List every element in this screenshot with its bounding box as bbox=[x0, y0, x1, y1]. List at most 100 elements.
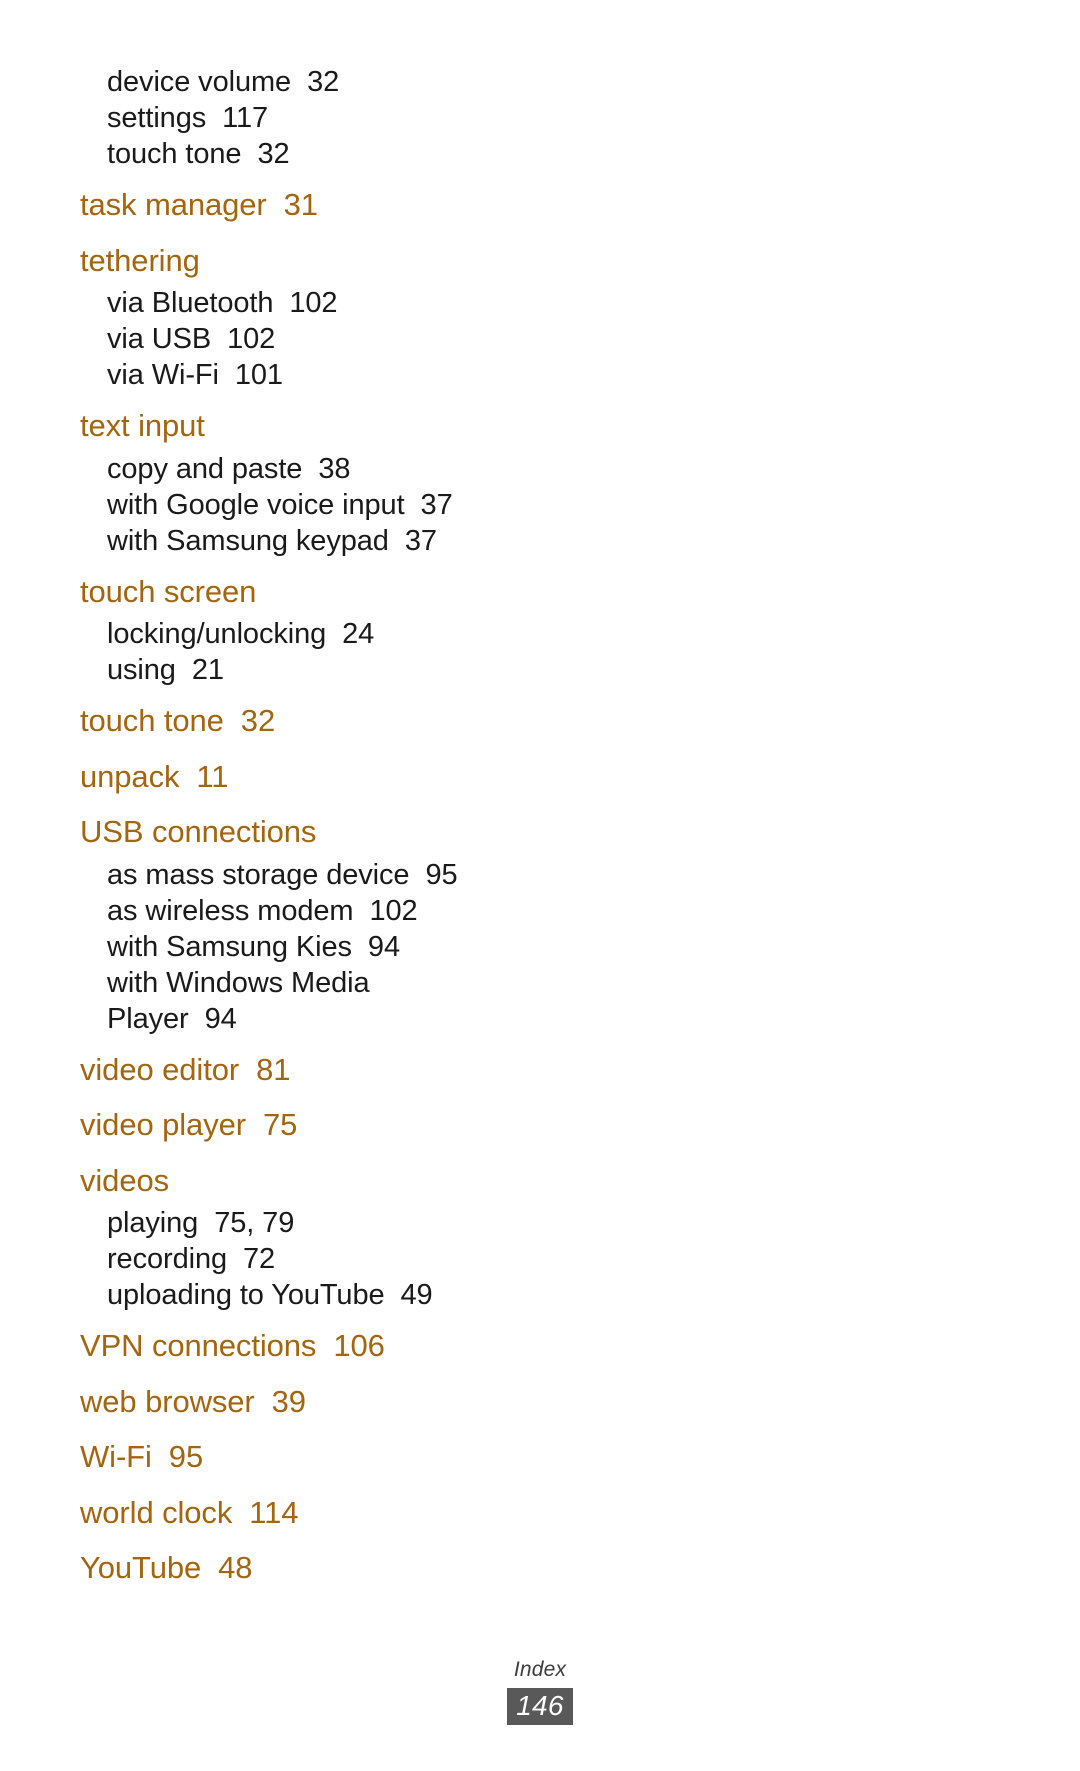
index-sub-entry-label: via USB bbox=[107, 323, 212, 355]
index-sub-entry[interactable]: settings 117 bbox=[107, 100, 700, 136]
index-sub-entry[interactable]: via Bluetooth 102 bbox=[107, 285, 700, 321]
index-main-entry-label: text input bbox=[80, 408, 205, 443]
index-main-entry-page: 81 bbox=[256, 1051, 291, 1087]
index-sub-entry-label: playing bbox=[107, 1207, 199, 1239]
index-sub-entry[interactable]: with Samsung Kies 94 bbox=[107, 929, 700, 965]
index-sub-entry[interactable]: locking/unlocking 24 bbox=[107, 616, 700, 652]
index-sub-entry-label: recording bbox=[107, 1243, 227, 1275]
index-main-entry[interactable]: task manager 31 bbox=[80, 182, 700, 228]
index-group: video player 75 bbox=[80, 1102, 700, 1148]
index-group: touch screen locking/unlocking 24 using 21 bbox=[80, 569, 700, 689]
index-group: tethering via Bluetooth 102 via USB 102 via W… bbox=[80, 238, 700, 394]
index-main-entry-label: USB connections bbox=[80, 814, 317, 849]
index-main-entry[interactable]: YouTube 48 bbox=[80, 1545, 700, 1591]
index-main-entry-page: 48 bbox=[218, 1550, 253, 1585]
index-main-entry-page: 11 bbox=[196, 758, 229, 794]
index-sub-entry[interactable]: via USB 102 bbox=[107, 321, 700, 357]
index-main-entry-page: 31 bbox=[283, 187, 318, 222]
index-group: unpack 11 bbox=[80, 754, 700, 800]
index-sub-entry[interactable]: using 21 bbox=[107, 652, 700, 688]
index-sub-entry-page: 38 bbox=[318, 452, 351, 485]
index-sub-entry-page: 24 bbox=[342, 618, 375, 650]
index-sub-entry-label: using bbox=[107, 654, 176, 686]
index-main-entry[interactable]: touch screen bbox=[80, 569, 700, 615]
index-main-entry-label: VPN connections bbox=[80, 1328, 317, 1363]
index-sub-entry[interactable]: with Windows Media bbox=[107, 965, 700, 1001]
index-main-entry-label: tethering bbox=[80, 242, 200, 278]
index-main-entry-label: touch tone bbox=[80, 703, 224, 738]
index-group: world clock 114 bbox=[80, 1490, 700, 1536]
index-main-entry[interactable]: text input bbox=[80, 403, 700, 449]
index-sub-entry-label: device volume bbox=[107, 66, 292, 98]
index-sub-entry[interactable]: copy and paste 38 bbox=[107, 451, 700, 487]
index-sub-entry-page: 117 bbox=[222, 102, 269, 134]
index-main-entry-label: video editor bbox=[80, 1051, 240, 1087]
index-sub-entry[interactable]: playing 75, 79 bbox=[107, 1205, 700, 1241]
index-main-entry[interactable]: VPN connections 106 bbox=[80, 1323, 700, 1369]
index-page: device volume 32 settings 117 touch tone 32 ta… bbox=[0, 0, 1080, 1771]
index-main-entry[interactable]: videos bbox=[80, 1158, 700, 1204]
index-sub-entry[interactable]: as mass storage device 95 bbox=[107, 857, 700, 893]
index-sub-entry-page: 32 bbox=[257, 138, 290, 170]
index-main-entry[interactable]: web browser 39 bbox=[80, 1379, 700, 1425]
index-sub-entry-label: via Wi-Fi bbox=[107, 359, 219, 391]
index-sub-entry[interactable]: with Samsung keypad 37 bbox=[107, 523, 700, 559]
index-sub-entry[interactable]: Player 94 bbox=[107, 1001, 700, 1037]
index-main-entry-label: Wi-Fi bbox=[80, 1439, 152, 1474]
index-sub-entry-label: via Bluetooth bbox=[107, 287, 274, 319]
index-group: Wi-Fi 95 bbox=[80, 1434, 700, 1480]
index-sub-entry-label: with Samsung keypad bbox=[107, 524, 389, 557]
index-main-entry-label: unpack bbox=[80, 758, 180, 794]
index-sub-entry-page: 49 bbox=[400, 1279, 433, 1311]
index-main-entry[interactable]: video editor 81 bbox=[80, 1047, 700, 1093]
index-group: touch tone 32 bbox=[80, 698, 700, 744]
index-sub-entry[interactable]: recording 72 bbox=[107, 1241, 700, 1277]
index-group: VPN connections 106 bbox=[80, 1323, 700, 1369]
index-main-entry-label: YouTube bbox=[80, 1550, 202, 1585]
index-main-entry-page: 75 bbox=[262, 1107, 298, 1142]
index-sub-entry-page: 102 bbox=[227, 323, 276, 355]
index-sub-entry-list: as mass storage device 95 as wireless mode… bbox=[80, 857, 700, 1037]
index-sub-entry-page: 95 bbox=[425, 858, 458, 891]
index-group: videos playing 75, 79 recording 72 uploading … bbox=[80, 1158, 700, 1314]
index-main-entry-label: world clock bbox=[80, 1494, 233, 1530]
index-main-entry-label: video player bbox=[80, 1107, 246, 1142]
index-sub-entry-list: device volume 32 settings 117 touch tone 32 bbox=[80, 64, 700, 172]
index-main-entry-page: 106 bbox=[333, 1328, 385, 1363]
index-sub-entry[interactable]: touch tone 32 bbox=[107, 136, 700, 172]
index-sub-entry-page: 37 bbox=[404, 524, 437, 557]
index-group: task manager 31 bbox=[80, 182, 700, 228]
index-group: YouTube 48 bbox=[80, 1545, 700, 1591]
index-main-entry-label: task manager bbox=[80, 187, 267, 222]
index-sub-entry-page: 75, 79 bbox=[214, 1207, 295, 1239]
index-main-entry[interactable]: video player 75 bbox=[80, 1102, 700, 1148]
index-main-entry[interactable]: Wi-Fi 95 bbox=[80, 1434, 700, 1480]
index-sub-entry-page: 72 bbox=[243, 1243, 276, 1275]
index-sub-entry[interactable]: uploading to YouTube 49 bbox=[107, 1277, 700, 1313]
index-main-entry[interactable]: unpack 11 bbox=[80, 754, 700, 800]
index-sub-entry-page: 32 bbox=[307, 66, 340, 98]
index-group: video editor 81 bbox=[80, 1047, 700, 1093]
index-group: web browser 39 bbox=[80, 1379, 700, 1425]
footer-section-label: Index bbox=[513, 1658, 567, 1681]
index-main-entry-label: touch screen bbox=[80, 573, 257, 609]
index-sub-entry[interactable]: as wireless modem 102 bbox=[107, 893, 700, 929]
index-sub-entry-label: as mass storage device bbox=[107, 858, 410, 891]
index-main-entry-label: web browser bbox=[80, 1383, 255, 1419]
index-sub-entry[interactable]: device volume 32 bbox=[107, 64, 700, 100]
index-sub-entry-page: 102 bbox=[289, 287, 338, 319]
index-main-entry[interactable]: USB connections bbox=[80, 809, 700, 855]
index-group: text input copy and paste 38 with Google vo… bbox=[80, 403, 700, 559]
index-main-entry[interactable]: world clock 114 bbox=[80, 1490, 700, 1536]
index-group: device volume 32 settings 117 touch tone 32 bbox=[80, 64, 700, 172]
index-main-entry[interactable]: touch tone 32 bbox=[80, 698, 700, 744]
index-sub-entry-page: 21 bbox=[191, 654, 224, 686]
page-footer: Index 146 bbox=[0, 1657, 1080, 1725]
index-main-entry[interactable]: tethering bbox=[80, 238, 700, 284]
index-sub-entry-list: locking/unlocking 24 using 21 bbox=[80, 616, 700, 688]
index-group: USB connections as mass storage device 95 a… bbox=[80, 809, 700, 1037]
index-sub-entry-label: with Windows Media bbox=[107, 966, 370, 999]
page-number-badge: 146 bbox=[507, 1688, 573, 1725]
index-sub-entry[interactable]: with Google voice input 37 bbox=[107, 487, 700, 523]
index-sub-entry[interactable]: via Wi-Fi 101 bbox=[107, 357, 700, 393]
